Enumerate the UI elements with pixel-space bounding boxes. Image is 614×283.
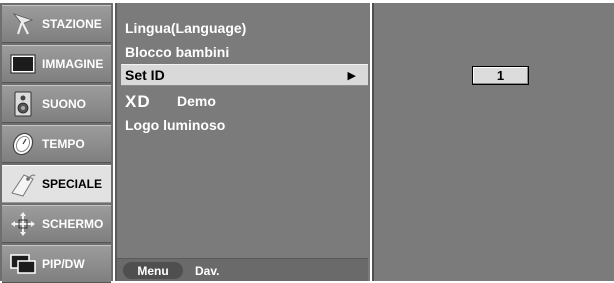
hint-label: Dav.	[195, 263, 220, 278]
set-id-value-panel: 1	[372, 3, 614, 281]
menu-item-label: Logo luminoso	[125, 117, 226, 133]
sidebar-item-schermo[interactable]: SCHERMO	[2, 205, 111, 243]
category-sidebar: STAZIONE IMMAGINE SUONO TEMPO SPECIALE S…	[0, 3, 113, 283]
menu-item-set-id[interactable]: Set ID ▶	[121, 64, 368, 86]
sidebar-item-speciale[interactable]: SPECIALE	[2, 165, 111, 203]
speaker-icon	[8, 90, 38, 118]
menu-item-label: Lingua(Language)	[125, 20, 247, 36]
sidebar-item-tempo[interactable]: TEMPO	[2, 125, 111, 163]
sidebar-item-label: STAZIONE	[42, 17, 102, 31]
sidebar-item-suono[interactable]: SUONO	[2, 85, 111, 123]
menu-item-blocco-bambini[interactable]: Blocco bambini	[125, 41, 365, 63]
tag-icon	[8, 170, 38, 198]
menu-item-label: Set ID	[125, 67, 165, 83]
sidebar-item-label: TEMPO	[42, 137, 85, 151]
xd-logo-icon: XD	[125, 93, 167, 109]
menu-item-xd-demo[interactable]: XD Demo	[125, 90, 365, 112]
antenna-icon	[8, 10, 38, 38]
set-id-value-box[interactable]: 1	[472, 66, 529, 85]
sidebar-item-label: SUONO	[42, 97, 87, 111]
menu-item-logo-luminoso[interactable]: Logo luminoso	[125, 114, 365, 136]
tv-osd-menu: STAZIONE IMMAGINE SUONO TEMPO SPECIALE S…	[0, 0, 614, 283]
menu-item-lingua[interactable]: Lingua(Language)	[125, 17, 365, 39]
sidebar-item-immagine[interactable]: IMMAGINE	[2, 45, 111, 83]
pip-icon	[8, 250, 38, 278]
sidebar-item-label: PIP/DW	[42, 257, 85, 271]
picture-icon	[8, 50, 38, 78]
sidebar-item-label: IMMAGINE	[42, 57, 104, 71]
menu-item-label: Demo	[177, 93, 216, 109]
sidebar-item-label: SCHERMO	[42, 217, 104, 231]
navigation-hint-bar: Menu Dav.	[117, 258, 368, 281]
sidebar-item-label: SPECIALE	[42, 177, 103, 191]
sidebar-item-stazione[interactable]: STAZIONE	[2, 5, 111, 43]
xd-logo-text: XD	[125, 93, 151, 109]
menu-item-label: Blocco bambini	[125, 44, 230, 60]
menu-button[interactable]: Menu	[123, 262, 183, 279]
speciale-submenu: Lingua(Language) Blocco bambini Set ID ▶…	[115, 3, 370, 281]
sidebar-item-pip-dw[interactable]: PIP/DW	[2, 245, 111, 283]
screen-adjust-icon	[8, 210, 38, 238]
clock-icon	[8, 130, 38, 158]
right-arrow-icon: ▶	[347, 70, 356, 82]
